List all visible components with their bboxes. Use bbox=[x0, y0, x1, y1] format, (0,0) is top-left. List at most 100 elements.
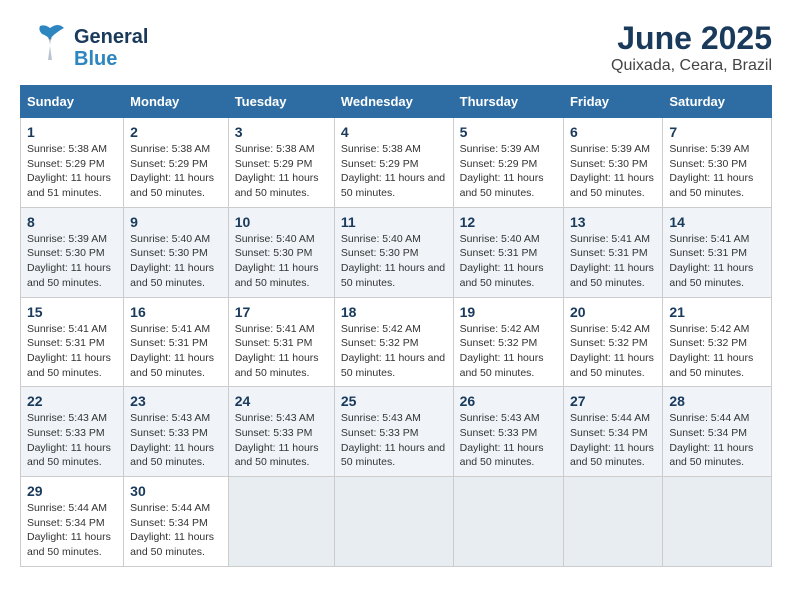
day-info: Sunrise: 5:42 AM Sunset: 5:32 PM Dayligh… bbox=[460, 322, 557, 381]
calendar-subtitle: Quixada, Ceara, Brazil bbox=[611, 57, 772, 75]
day-number: 25 bbox=[341, 393, 447, 409]
day-number: 6 bbox=[570, 124, 656, 140]
col-thursday: Thursday bbox=[453, 86, 563, 118]
calendar-cell: 3 Sunrise: 5:38 AM Sunset: 5:29 PM Dayli… bbox=[228, 118, 334, 208]
day-number: 2 bbox=[130, 124, 222, 140]
day-number: 11 bbox=[341, 214, 447, 230]
day-info: Sunrise: 5:39 AM Sunset: 5:30 PM Dayligh… bbox=[669, 142, 765, 201]
title-section: June 2025 Quixada, Ceara, Brazil bbox=[611, 20, 772, 75]
calendar-cell: 7 Sunrise: 5:39 AM Sunset: 5:30 PM Dayli… bbox=[663, 118, 772, 208]
day-number: 24 bbox=[235, 393, 328, 409]
day-number: 19 bbox=[460, 304, 557, 320]
day-info: Sunrise: 5:38 AM Sunset: 5:29 PM Dayligh… bbox=[130, 142, 222, 201]
day-number: 13 bbox=[570, 214, 656, 230]
calendar-cell bbox=[563, 477, 662, 567]
day-info: Sunrise: 5:43 AM Sunset: 5:33 PM Dayligh… bbox=[460, 411, 557, 470]
day-info: Sunrise: 5:40 AM Sunset: 5:30 PM Dayligh… bbox=[341, 232, 447, 291]
day-info: Sunrise: 5:38 AM Sunset: 5:29 PM Dayligh… bbox=[27, 142, 117, 201]
day-number: 18 bbox=[341, 304, 447, 320]
calendar-cell: 27 Sunrise: 5:44 AM Sunset: 5:34 PM Dayl… bbox=[563, 387, 662, 477]
col-sunday: Sunday bbox=[21, 86, 124, 118]
day-number: 1 bbox=[27, 124, 117, 140]
logo-general: General bbox=[74, 26, 148, 48]
day-info: Sunrise: 5:41 AM Sunset: 5:31 PM Dayligh… bbox=[570, 232, 656, 291]
calendar-cell: 2 Sunrise: 5:38 AM Sunset: 5:29 PM Dayli… bbox=[124, 118, 229, 208]
calendar-cell: 5 Sunrise: 5:39 AM Sunset: 5:29 PM Dayli… bbox=[453, 118, 563, 208]
day-number: 21 bbox=[669, 304, 765, 320]
day-number: 16 bbox=[130, 304, 222, 320]
day-info: Sunrise: 5:42 AM Sunset: 5:32 PM Dayligh… bbox=[341, 322, 447, 381]
day-number: 12 bbox=[460, 214, 557, 230]
col-tuesday: Tuesday bbox=[228, 86, 334, 118]
logo-icon bbox=[20, 20, 70, 70]
day-number: 29 bbox=[27, 483, 117, 499]
calendar-title: June 2025 bbox=[611, 20, 772, 57]
calendar-cell: 19 Sunrise: 5:42 AM Sunset: 5:32 PM Dayl… bbox=[453, 297, 563, 387]
day-number: 27 bbox=[570, 393, 656, 409]
calendar-cell: 22 Sunrise: 5:43 AM Sunset: 5:33 PM Dayl… bbox=[21, 387, 124, 477]
day-info: Sunrise: 5:42 AM Sunset: 5:32 PM Dayligh… bbox=[669, 322, 765, 381]
day-number: 17 bbox=[235, 304, 328, 320]
calendar-week-row: 15 Sunrise: 5:41 AM Sunset: 5:31 PM Dayl… bbox=[21, 297, 772, 387]
calendar-week-row: 8 Sunrise: 5:39 AM Sunset: 5:30 PM Dayli… bbox=[21, 207, 772, 297]
day-number: 22 bbox=[27, 393, 117, 409]
calendar-cell: 6 Sunrise: 5:39 AM Sunset: 5:30 PM Dayli… bbox=[563, 118, 662, 208]
calendar-cell: 11 Sunrise: 5:40 AM Sunset: 5:30 PM Dayl… bbox=[334, 207, 453, 297]
day-info: Sunrise: 5:38 AM Sunset: 5:29 PM Dayligh… bbox=[235, 142, 328, 201]
day-info: Sunrise: 5:40 AM Sunset: 5:31 PM Dayligh… bbox=[460, 232, 557, 291]
day-info: Sunrise: 5:43 AM Sunset: 5:33 PM Dayligh… bbox=[130, 411, 222, 470]
calendar-cell: 24 Sunrise: 5:43 AM Sunset: 5:33 PM Dayl… bbox=[228, 387, 334, 477]
col-friday: Friday bbox=[563, 86, 662, 118]
calendar-cell: 12 Sunrise: 5:40 AM Sunset: 5:31 PM Dayl… bbox=[453, 207, 563, 297]
calendar-cell: 4 Sunrise: 5:38 AM Sunset: 5:29 PM Dayli… bbox=[334, 118, 453, 208]
day-info: Sunrise: 5:39 AM Sunset: 5:30 PM Dayligh… bbox=[570, 142, 656, 201]
calendar-cell: 26 Sunrise: 5:43 AM Sunset: 5:33 PM Dayl… bbox=[453, 387, 563, 477]
day-number: 5 bbox=[460, 124, 557, 140]
col-saturday: Saturday bbox=[663, 86, 772, 118]
col-monday: Monday bbox=[124, 86, 229, 118]
calendar-cell: 10 Sunrise: 5:40 AM Sunset: 5:30 PM Dayl… bbox=[228, 207, 334, 297]
day-info: Sunrise: 5:41 AM Sunset: 5:31 PM Dayligh… bbox=[130, 322, 222, 381]
day-info: Sunrise: 5:40 AM Sunset: 5:30 PM Dayligh… bbox=[130, 232, 222, 291]
calendar-cell: 18 Sunrise: 5:42 AM Sunset: 5:32 PM Dayl… bbox=[334, 297, 453, 387]
day-info: Sunrise: 5:41 AM Sunset: 5:31 PM Dayligh… bbox=[669, 232, 765, 291]
day-info: Sunrise: 5:43 AM Sunset: 5:33 PM Dayligh… bbox=[341, 411, 447, 470]
calendar-table: Sunday Monday Tuesday Wednesday Thursday… bbox=[20, 85, 772, 567]
calendar-week-row: 22 Sunrise: 5:43 AM Sunset: 5:33 PM Dayl… bbox=[21, 387, 772, 477]
calendar-cell: 20 Sunrise: 5:42 AM Sunset: 5:32 PM Dayl… bbox=[563, 297, 662, 387]
logo-blue: Blue bbox=[74, 48, 148, 70]
day-info: Sunrise: 5:39 AM Sunset: 5:30 PM Dayligh… bbox=[27, 232, 117, 291]
header-row: Sunday Monday Tuesday Wednesday Thursday… bbox=[21, 86, 772, 118]
calendar-week-row: 29 Sunrise: 5:44 AM Sunset: 5:34 PM Dayl… bbox=[21, 477, 772, 567]
day-number: 9 bbox=[130, 214, 222, 230]
day-info: Sunrise: 5:44 AM Sunset: 5:34 PM Dayligh… bbox=[27, 501, 117, 560]
logo: General Blue bbox=[20, 20, 148, 75]
day-number: 28 bbox=[669, 393, 765, 409]
day-info: Sunrise: 5:39 AM Sunset: 5:29 PM Dayligh… bbox=[460, 142, 557, 201]
day-info: Sunrise: 5:44 AM Sunset: 5:34 PM Dayligh… bbox=[130, 501, 222, 560]
calendar-cell: 9 Sunrise: 5:40 AM Sunset: 5:30 PM Dayli… bbox=[124, 207, 229, 297]
calendar-cell: 16 Sunrise: 5:41 AM Sunset: 5:31 PM Dayl… bbox=[124, 297, 229, 387]
day-info: Sunrise: 5:42 AM Sunset: 5:32 PM Dayligh… bbox=[570, 322, 656, 381]
day-number: 20 bbox=[570, 304, 656, 320]
day-number: 4 bbox=[341, 124, 447, 140]
day-info: Sunrise: 5:41 AM Sunset: 5:31 PM Dayligh… bbox=[27, 322, 117, 381]
day-number: 15 bbox=[27, 304, 117, 320]
day-info: Sunrise: 5:43 AM Sunset: 5:33 PM Dayligh… bbox=[27, 411, 117, 470]
page-header: General Blue June 2025 Quixada, Ceara, B… bbox=[20, 20, 772, 75]
calendar-cell: 13 Sunrise: 5:41 AM Sunset: 5:31 PM Dayl… bbox=[563, 207, 662, 297]
calendar-cell bbox=[453, 477, 563, 567]
day-number: 3 bbox=[235, 124, 328, 140]
day-number: 23 bbox=[130, 393, 222, 409]
day-info: Sunrise: 5:41 AM Sunset: 5:31 PM Dayligh… bbox=[235, 322, 328, 381]
calendar-cell: 30 Sunrise: 5:44 AM Sunset: 5:34 PM Dayl… bbox=[124, 477, 229, 567]
calendar-cell: 21 Sunrise: 5:42 AM Sunset: 5:32 PM Dayl… bbox=[663, 297, 772, 387]
day-info: Sunrise: 5:43 AM Sunset: 5:33 PM Dayligh… bbox=[235, 411, 328, 470]
calendar-cell: 29 Sunrise: 5:44 AM Sunset: 5:34 PM Dayl… bbox=[21, 477, 124, 567]
calendar-cell bbox=[334, 477, 453, 567]
day-number: 8 bbox=[27, 214, 117, 230]
col-wednesday: Wednesday bbox=[334, 86, 453, 118]
day-number: 10 bbox=[235, 214, 328, 230]
calendar-cell bbox=[228, 477, 334, 567]
day-number: 30 bbox=[130, 483, 222, 499]
